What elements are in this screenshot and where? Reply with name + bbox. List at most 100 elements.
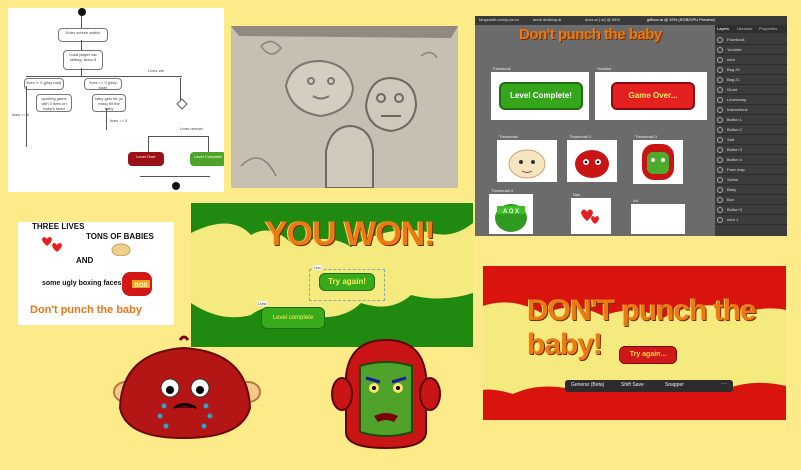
- layer-label: Instructions: [727, 107, 748, 112]
- artboard-thumbnail-1[interactable]: [497, 140, 557, 182]
- flow-box-enter: Enter screen switch: [58, 28, 108, 42]
- layer-row[interactable]: Facebook: [715, 35, 787, 45]
- visibility-icon[interactable]: [717, 127, 723, 133]
- toolbar-generate[interactable]: Generar (Beta): [571, 382, 604, 388]
- flow-box-level-complete: Level Complete: [190, 152, 224, 166]
- layer-row[interactable]: Button 3: [715, 145, 787, 155]
- layer-row[interactable]: Button 1: [715, 115, 787, 125]
- thumb-line-title: Don't punch the baby: [30, 304, 142, 316]
- layer-row[interactable]: Button 5: [715, 205, 787, 215]
- boxer-face-icon: [642, 144, 674, 180]
- layer-label: Face map: [727, 167, 745, 172]
- visibility-icon[interactable]: [717, 167, 723, 173]
- visibility-icon[interactable]: [717, 117, 723, 123]
- artboard-label-ad: Ad: [633, 198, 638, 203]
- layer-row[interactable]: Box: [715, 195, 787, 205]
- artboard-youtube[interactable]: Game Over...: [595, 72, 707, 120]
- layer-label: Scene: [727, 177, 739, 182]
- artboard-label-thumb1: Thumbnail: [499, 134, 518, 139]
- hearts-icon: [42, 237, 62, 252]
- flow-box-lives-not: lives != 0 (play bad): [24, 78, 64, 90]
- more-icon[interactable]: ···: [721, 381, 727, 387]
- panel-tab-layers[interactable]: Layers: [717, 26, 729, 31]
- lose-try-again-button[interactable]: Try again...: [619, 346, 677, 364]
- visibility-icon[interactable]: [717, 147, 723, 153]
- artboard-label-thumb3: Thumbnail 3: [635, 134, 658, 139]
- red-baby-face-icon: [575, 150, 609, 178]
- toolbar-snapper[interactable]: Snapper: [665, 382, 684, 388]
- layer-row[interactable]: Intro 1: [715, 215, 787, 225]
- baby-face-icon: [508, 149, 546, 179]
- win-level-complete-button[interactable]: Level complete: [261, 307, 325, 329]
- flow-box-level-over: Level Over: [128, 152, 164, 166]
- visibility-icon[interactable]: [717, 217, 723, 223]
- layer-row[interactable]: Sad: [715, 135, 787, 145]
- visibility-icon[interactable]: [717, 207, 723, 213]
- green-box-face-icon: A O X: [495, 204, 527, 232]
- layers-panel: Layers Libraries Properties Facebook Yout…: [715, 25, 787, 236]
- visibility-icon[interactable]: [717, 187, 723, 193]
- tab-4[interactable]: giftbox.ai @ 33% (RGB/GPU Preview): [647, 17, 715, 22]
- visibility-icon[interactable]: [717, 47, 723, 53]
- start-node: [78, 8, 86, 16]
- layer-row[interactable]: Intro: [715, 55, 787, 65]
- panel-tab-properties[interactable]: Properties: [759, 26, 777, 31]
- panel-tab-libraries[interactable]: Libraries: [737, 26, 752, 31]
- win-try-again-button[interactable]: Try again!: [319, 273, 375, 291]
- layer-row[interactable]: Face map: [715, 165, 787, 175]
- thumb-line-faces: some ugly boxing faces: [42, 280, 122, 287]
- thumb-line-babies: TONS OF BABIES: [86, 232, 154, 241]
- artboard-label-thumb2: Thumbnail 2: [569, 134, 592, 139]
- layer-row[interactable]: Instructions: [715, 105, 787, 115]
- layer-row[interactable]: Bag 20: [715, 65, 787, 75]
- level-complete-button[interactable]: Level Complete!: [499, 82, 583, 110]
- layer-label: Intro: [727, 57, 736, 62]
- flow-box-load: Load player var setting: lives=3: [63, 50, 103, 70]
- layer-row[interactable]: Button 4: [715, 155, 787, 165]
- layer-row[interactable]: Button 2: [715, 125, 787, 135]
- layer-label: Button 5: [727, 207, 742, 212]
- layer-row[interactable]: Levelcomp: [715, 95, 787, 105]
- canvas-title: Don't punch the baby: [519, 26, 662, 43]
- visibility-icon[interactable]: [717, 137, 723, 143]
- visibility-icon[interactable]: [717, 37, 723, 43]
- artboard-thumbnail-4[interactable]: A O X: [489, 194, 533, 234]
- layer-row[interactable]: Baby: [715, 185, 787, 195]
- visibility-icon[interactable]: [717, 97, 723, 103]
- visibility-icon[interactable]: [717, 177, 723, 183]
- artboard-label-nav: Nav: [573, 192, 581, 197]
- toolbar-shift-save[interactable]: Shift Save: [621, 382, 644, 388]
- layer-row[interactable]: Bag 21: [715, 75, 787, 85]
- visibility-icon[interactable]: [717, 57, 723, 63]
- visibility-icon[interactable]: [717, 87, 723, 93]
- flow-label-lives-three: lives == 3: [110, 118, 128, 123]
- artboard-nav[interactable]: [571, 198, 611, 234]
- layer-row[interactable]: Youtube: [715, 45, 787, 55]
- artboard-ad[interactable]: [631, 204, 685, 234]
- hearts-icon: [581, 209, 599, 224]
- visibility-icon[interactable]: [717, 67, 723, 73]
- crying-baby-face: [113, 335, 261, 440]
- visibility-icon[interactable]: [717, 77, 723, 83]
- visibility-icon[interactable]: [717, 197, 723, 203]
- decision-node: [176, 98, 188, 110]
- artboard-thumbnail-3[interactable]: [633, 140, 683, 184]
- end-node: [172, 182, 180, 190]
- artboard-thumbnail-2[interactable]: [567, 140, 617, 182]
- flow-box-lives-zero: lives == 0 (play lose): [84, 78, 122, 90]
- game-over-button[interactable]: Game Over...: [611, 82, 695, 110]
- layer-label: Bag 20: [727, 67, 740, 72]
- artboard-label-youtube: Youtube: [597, 66, 612, 71]
- tab-1[interactable]: fangsmith.com/p.pe.ux: [479, 17, 519, 22]
- flow-box-hit: baby gets hit (or miss) hit the baby: [92, 94, 126, 112]
- layer-row[interactable]: Grunt: [715, 85, 787, 95]
- visibility-icon[interactable]: [717, 157, 723, 163]
- visibility-icon[interactable]: [717, 107, 723, 113]
- artboard-facebook[interactable]: Level Complete!: [491, 72, 589, 120]
- tab-3[interactable]: docs.ai (.ai) @ 66%: [585, 17, 620, 22]
- layer-label: Button 2: [727, 127, 742, 132]
- tab-2[interactable]: anne desktop.ai: [533, 17, 561, 22]
- layer-row[interactable]: Scene: [715, 175, 787, 185]
- flow-label-remain: Lives remain: [180, 126, 203, 131]
- layer-label: Facebook: [727, 37, 745, 42]
